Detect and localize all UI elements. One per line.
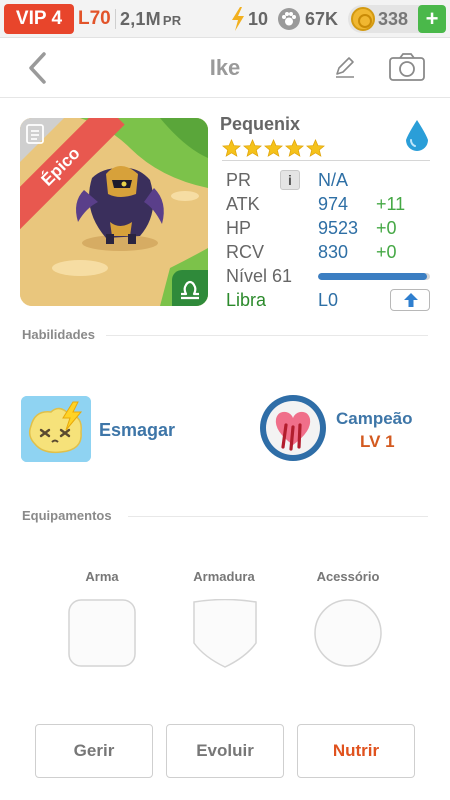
edit-name-button[interactable]: [332, 54, 358, 80]
stat-row-rcv: RCV 830 +0: [226, 240, 434, 264]
champion-heart-icon[interactable]: [260, 395, 326, 461]
stat-value: 974: [318, 194, 349, 214]
stat-value: 830: [318, 242, 349, 262]
level-label: Nível 61: [226, 266, 293, 286]
energy-counter[interactable]: 10: [230, 4, 268, 34]
water-drop-icon[interactable]: [402, 118, 432, 154]
skill-name-champion[interactable]: Campeão: [336, 409, 413, 429]
stat-bonus: +0: [376, 242, 397, 262]
stat-label: HP: [226, 218, 252, 238]
stat-value: N/A: [318, 170, 349, 190]
xp-progress-fill: [318, 273, 427, 280]
species-name: Pequenix: [220, 114, 301, 134]
stat-row-level: Nível 61: [226, 264, 434, 288]
libra-icon: [172, 270, 208, 306]
equip-label-armor: Armadura: [193, 569, 255, 584]
arrow-up-icon: [404, 293, 418, 307]
power-rating-unit: PR: [162, 13, 182, 28]
page-title: Ike: [209, 55, 241, 80]
equip-label-accessory: Acessório: [316, 569, 380, 584]
sign-label: Libra: [226, 290, 267, 310]
paw-icon: [278, 8, 300, 30]
back-button[interactable]: [24, 50, 54, 86]
smash-skill-icon[interactable]: [21, 396, 91, 462]
coin-value: 338: [378, 9, 409, 29]
chevron-left-icon: [29, 52, 46, 84]
sign-upgrade-button[interactable]: [390, 289, 430, 311]
page-header: Ike: [0, 38, 450, 98]
status-bar: VIP 4 L70 2,1M PR 10 67K 338 +: [0, 0, 450, 38]
power-rating-value: 2,1M: [120, 9, 161, 29]
sign-value: L0: [318, 290, 339, 310]
coin-icon: [351, 7, 375, 31]
weapon-slot-icon[interactable]: [68, 599, 136, 672]
star-icon: [264, 139, 283, 157]
stat-row-atk: ATK 974 +11: [226, 192, 434, 216]
food-counter[interactable]: 67K: [278, 4, 338, 34]
divider: [115, 9, 116, 29]
star-icon: [306, 139, 325, 157]
equipment-section-title: Equipamentos: [22, 508, 112, 523]
stat-row-sign: Libra L0: [226, 288, 434, 312]
skills-section-title: Habilidades: [22, 327, 95, 342]
xp-progress-bar: [318, 273, 430, 280]
divider: [222, 160, 430, 161]
skill-name-smash[interactable]: Esmagar: [99, 420, 175, 441]
divider: [106, 335, 428, 336]
add-coins-button[interactable]: +: [418, 5, 446, 33]
stat-bonus: +11: [376, 194, 406, 214]
stat-row-hp: HP 9523 +0: [226, 216, 434, 240]
power-rating: 2,1M PR: [120, 4, 181, 36]
stat-label: ATK: [226, 194, 260, 214]
food-value: 67K: [305, 8, 339, 29]
star-rating: [222, 139, 327, 159]
coin-counter[interactable]: 338 +: [348, 5, 446, 33]
stat-row-pr: PR i N/A: [226, 168, 434, 192]
skill-level: LV 1: [360, 432, 395, 451]
pencil-icon: [336, 57, 354, 78]
evolve-button[interactable]: Evoluir: [166, 724, 284, 778]
star-icon: [222, 139, 241, 157]
info-button[interactable]: i: [280, 170, 300, 190]
stat-label: RCV: [226, 242, 265, 262]
camera-icon: [389, 53, 425, 81]
player-level: L70: [78, 8, 111, 29]
manage-button[interactable]: Gerir: [35, 724, 153, 778]
monster-portrait[interactable]: Épico: [20, 118, 208, 306]
accessory-slot-icon[interactable]: [314, 599, 382, 672]
divider: [128, 516, 428, 517]
document-icon[interactable]: [26, 124, 44, 144]
feed-button[interactable]: Nutrir: [297, 724, 415, 778]
stat-bonus: +0: [376, 218, 397, 238]
stats-table: PR i N/A ATK 974 +11 HP 9523 +0 RCV 830 …: [226, 168, 434, 312]
stat-label: PR: [226, 170, 252, 190]
camera-button[interactable]: [388, 52, 426, 82]
star-icon: [285, 139, 304, 157]
equip-label-weapon: Arma: [85, 569, 119, 584]
energy-value: 10: [248, 8, 269, 29]
lightning-icon: [232, 7, 244, 31]
stat-value: 9523: [318, 218, 359, 238]
star-icon: [243, 139, 262, 157]
armor-slot-icon[interactable]: [192, 598, 258, 674]
vip-badge[interactable]: VIP 4: [4, 4, 74, 34]
